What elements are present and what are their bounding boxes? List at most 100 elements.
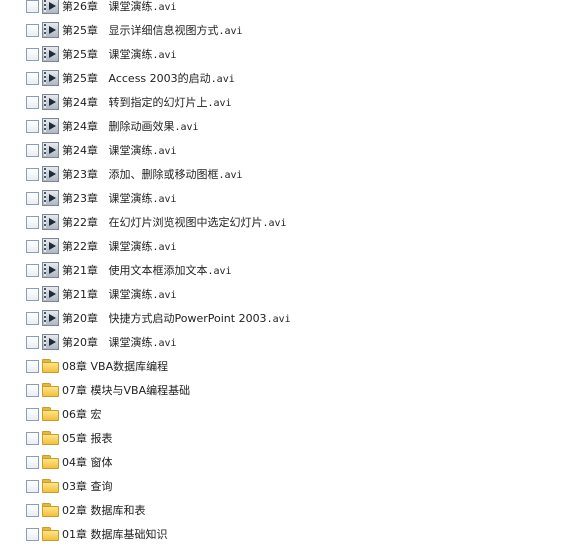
list-item[interactable]: 第24章 删除动画效果.avi <box>0 115 575 139</box>
video-file-icon <box>42 118 59 134</box>
folder-name[interactable]: 06章 宏 <box>62 408 102 421</box>
file-name[interactable]: 第23章 添加、删除或移动图框.avi <box>62 168 243 182</box>
file-name[interactable]: 第25章 显示详细信息视图方式.avi <box>62 24 243 38</box>
select-checkbox[interactable] <box>26 0 39 13</box>
folder-icon <box>42 407 59 421</box>
select-checkbox[interactable] <box>26 504 39 517</box>
list-item[interactable]: 第25章 课堂演练.avi <box>0 43 575 67</box>
list-item[interactable]: 第20章 课堂演练.avi <box>0 331 575 355</box>
list-item[interactable]: 第21章 使用文本框添加文本.avi <box>0 259 575 283</box>
select-checkbox[interactable] <box>26 264 39 277</box>
file-name[interactable]: 第21章 使用文本框添加文本.avi <box>62 264 232 278</box>
file-name[interactable]: 第22章 在幻灯片浏览视图中选定幻灯片.avi <box>62 216 287 230</box>
file-name[interactable]: 第20章 课堂演练.avi <box>62 336 177 350</box>
chapter-label: 03章 <box>62 480 87 493</box>
select-checkbox[interactable] <box>26 288 39 301</box>
file-name[interactable]: 第24章 课堂演练.avi <box>62 144 177 158</box>
folder-item[interactable]: 07章 模块与VBA编程基础 <box>0 379 575 403</box>
folder-item[interactable]: 08章 VBA数据库编程 <box>0 355 575 379</box>
chapter-label: 01章 <box>62 528 87 541</box>
list-item[interactable]: 第21章 课堂演练.avi <box>0 283 575 307</box>
chapter-label: 第24章 <box>62 120 98 133</box>
select-checkbox[interactable] <box>26 168 39 181</box>
folder-item[interactable]: 06章 宏 <box>0 403 575 427</box>
chapter-label: 第25章 <box>62 24 98 37</box>
list-item[interactable]: 第25章 显示详细信息视图方式.avi <box>0 19 575 43</box>
chapter-label: 第25章 <box>62 72 98 85</box>
chapter-label: 第24章 <box>62 144 98 157</box>
folder-name[interactable]: 01章 数据库基础知识 <box>62 528 168 541</box>
select-checkbox[interactable] <box>26 72 39 85</box>
list-item[interactable]: 第22章 在幻灯片浏览视图中选定幻灯片.avi <box>0 211 575 235</box>
select-checkbox[interactable] <box>26 408 39 421</box>
chapter-label: 第23章 <box>62 192 98 205</box>
select-checkbox[interactable] <box>26 432 39 445</box>
file-name[interactable]: 第25章 课堂演练.avi <box>62 48 177 62</box>
select-checkbox[interactable] <box>26 144 39 157</box>
file-extension: .avi <box>218 26 243 37</box>
list-item[interactable]: 第23章 课堂演练.avi <box>0 187 575 211</box>
folder-name[interactable]: 05章 报表 <box>62 432 113 445</box>
video-file-icon <box>42 334 59 350</box>
select-checkbox[interactable] <box>26 240 39 253</box>
video-file-icon <box>42 94 59 110</box>
title-label: 课堂演练 <box>108 144 153 157</box>
title-label: 快捷方式启动PowerPoint 2003 <box>108 312 267 325</box>
select-checkbox[interactable] <box>26 120 39 133</box>
title-label: 添加、删除或移动图框 <box>108 168 219 181</box>
select-checkbox[interactable] <box>26 312 39 325</box>
file-extension: .avi <box>152 290 177 301</box>
folder-icon <box>42 431 59 445</box>
chapter-label: 05章 <box>62 432 87 445</box>
folder-name[interactable]: 02章 数据库和表 <box>62 504 146 517</box>
file-extension: .avi <box>152 242 177 253</box>
folder-name[interactable]: 07章 模块与VBA编程基础 <box>62 384 190 397</box>
folder-name[interactable]: 04章 窗体 <box>62 456 113 469</box>
select-checkbox[interactable] <box>26 48 39 61</box>
select-checkbox[interactable] <box>26 24 39 37</box>
list-item[interactable]: 第23章 添加、删除或移动图框.avi <box>0 163 575 187</box>
select-checkbox[interactable] <box>26 336 39 349</box>
file-name[interactable]: 第26章 课堂演练.avi <box>62 0 177 14</box>
file-name[interactable]: 第24章 删除动画效果.avi <box>62 120 199 134</box>
folder-item[interactable]: 01章 数据库基础知识 <box>0 523 575 547</box>
list-item[interactable]: 第25章 Access 2003的启动.avi <box>0 67 575 91</box>
file-name[interactable]: 第21章 课堂演练.avi <box>62 288 177 302</box>
title-label: 课堂演练 <box>108 240 153 253</box>
chapter-label: 第22章 <box>62 216 98 229</box>
chapter-label: 第20章 <box>62 336 98 349</box>
folder-item[interactable]: 04章 窗体 <box>0 451 575 475</box>
select-checkbox[interactable] <box>26 528 39 541</box>
select-checkbox[interactable] <box>26 192 39 205</box>
list-item[interactable]: 第22章 课堂演练.avi <box>0 235 575 259</box>
chapter-label: 第22章 <box>62 240 98 253</box>
chapter-label: 06章 <box>62 408 87 421</box>
folder-item[interactable]: 02章 数据库和表 <box>0 499 575 523</box>
select-checkbox[interactable] <box>26 480 39 493</box>
folder-item[interactable]: 05章 报表 <box>0 427 575 451</box>
file-name[interactable]: 第25章 Access 2003的启动.avi <box>62 72 235 86</box>
file-extension: .avi <box>262 218 287 229</box>
select-checkbox[interactable] <box>26 384 39 397</box>
select-checkbox[interactable] <box>26 96 39 109</box>
video-file-icon <box>42 22 59 38</box>
title-label: 删除动画效果 <box>108 120 175 133</box>
folder-name[interactable]: 08章 VBA数据库编程 <box>62 360 168 373</box>
video-file-icon <box>42 70 59 86</box>
select-checkbox[interactable] <box>26 216 39 229</box>
chapter-label: 04章 <box>62 456 87 469</box>
folder-name[interactable]: 03章 查询 <box>62 480 113 493</box>
list-item[interactable]: 第24章 转到指定的幻灯片上.avi <box>0 91 575 115</box>
list-item[interactable]: 第26章 课堂演练.avi <box>0 0 575 19</box>
video-file-icon <box>42 262 59 278</box>
file-name[interactable]: 第24章 转到指定的幻灯片上.avi <box>62 96 232 110</box>
select-checkbox[interactable] <box>26 360 39 373</box>
file-name[interactable]: 第22章 课堂演练.avi <box>62 240 177 254</box>
folder-item[interactable]: 03章 查询 <box>0 475 575 499</box>
file-extension: .avi <box>174 122 199 133</box>
file-name[interactable]: 第23章 课堂演练.avi <box>62 192 177 206</box>
select-checkbox[interactable] <box>26 456 39 469</box>
list-item[interactable]: 第20章 快捷方式启动PowerPoint 2003.avi <box>0 307 575 331</box>
file-name[interactable]: 第20章 快捷方式启动PowerPoint 2003.avi <box>62 312 291 326</box>
list-item[interactable]: 第24章 课堂演练.avi <box>0 139 575 163</box>
